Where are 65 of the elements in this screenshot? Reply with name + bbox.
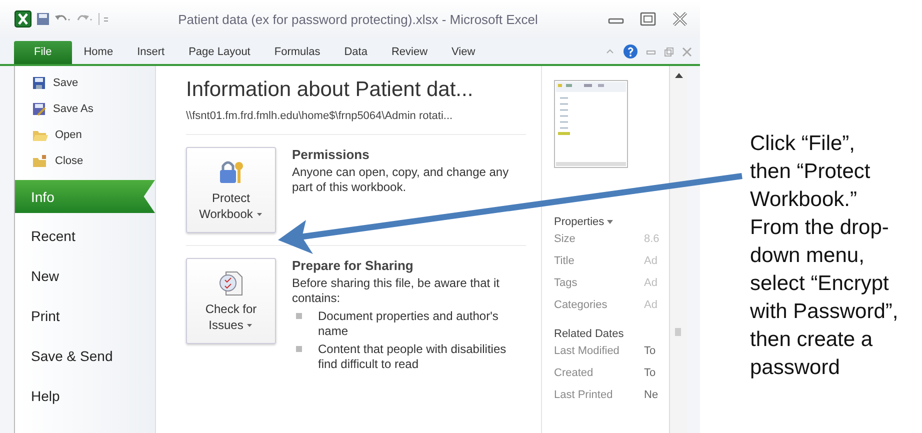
annotation-text: Click “File”, then “Protect Workbook.” From the drop- down menu, select “Encrypt with Password”, then create a password (750, 131, 898, 381)
property-value: Ad (644, 255, 658, 267)
nav-item[interactable]: Info (15, 180, 155, 213)
property-value: To (644, 345, 657, 357)
bullet-text: Content that people with disabilities find difficult to read (318, 342, 508, 372)
folder-icon (32, 154, 48, 168)
window-title: Patient data (ex for password protecting).xlsx - Microsoft Excel (177, 12, 539, 26)
file-path: \\fsnt01.fm.frd.fmlh.edu\home$\frnp5064\Admin rotati... (186, 110, 454, 122)
caret-icon (256, 212, 263, 218)
scroll-up-icon[interactable] (674, 72, 684, 78)
scroll-thumb[interactable] (675, 328, 681, 336)
property-label: Last Printed (554, 389, 614, 401)
bullet-text: Document properties and author's name (318, 309, 500, 339)
section-heading: Permissions (292, 147, 370, 162)
nav-item[interactable]: Save & Send (15, 336, 155, 376)
dropdown-button[interactable]: Check for Issues (186, 258, 276, 344)
section-text: Before sharing this file, be aware that it contains: (292, 276, 500, 306)
excel-logo-icon[interactable] (14, 10, 32, 28)
scrollbar[interactable] (669, 66, 687, 433)
properties-heading[interactable]: Properties (554, 216, 669, 228)
nav-item[interactable]: Help (15, 376, 155, 416)
property-label: Last Modified (554, 345, 620, 357)
property-label: Size (554, 233, 576, 245)
ribbon-tab[interactable]: File (14, 41, 72, 64)
nav-command[interactable]: Open (32, 126, 155, 144)
caret-icon (607, 220, 614, 224)
page-title: Information about Patient dat... (186, 78, 474, 102)
bullet-icon (296, 313, 302, 319)
dropdown-button[interactable]: Protect Workbook (186, 147, 276, 233)
property-value: Ne (644, 389, 658, 401)
property-label: Tags (554, 277, 578, 289)
property-value: 8.6 (644, 233, 660, 245)
nav-command[interactable]: Save (32, 74, 155, 92)
section-heading: Prepare for Sharing (292, 258, 414, 273)
property-value: To (644, 367, 657, 379)
ribbon-tab[interactable]: View (440, 41, 488, 64)
section-text: Anyone can open, copy, and change any part of this workbook. (292, 165, 510, 195)
nav-command[interactable]: Save As (32, 100, 155, 118)
property-value: Ad (644, 277, 658, 289)
ribbon-tab[interactable]: Data (332, 41, 380, 64)
property-value: Ad (644, 299, 658, 311)
caret-icon (246, 323, 254, 328)
ribbon-tab[interactable]: Review (379, 41, 440, 64)
close-icon[interactable] (682, 46, 692, 56)
document-check-icon (217, 269, 245, 297)
close-icon[interactable] (670, 11, 690, 27)
restore-icon[interactable] (638, 11, 658, 27)
ribbon-tab[interactable]: Insert (125, 41, 177, 64)
property-label: Created (554, 367, 594, 379)
nav-item[interactable]: Recent (15, 216, 155, 256)
ribbon-tab[interactable]: Page Layout (176, 41, 262, 64)
help-icon[interactable] (623, 44, 638, 59)
nav-command[interactable]: Close (32, 152, 155, 170)
section-heading: Related Dates (554, 328, 625, 340)
floppy-disk-pen-icon (32, 102, 46, 116)
ribbon-tab[interactable]: Formulas (262, 41, 332, 64)
property-label: Categories (554, 299, 608, 311)
bullet-icon (296, 346, 302, 352)
nav-item[interactable]: Print (15, 296, 155, 336)
folder-icon (32, 128, 48, 142)
property-label: Title (554, 255, 576, 267)
save-icon[interactable] (36, 12, 50, 26)
ribbon-tab[interactable]: Home (72, 41, 126, 64)
customize-toolbar-icon[interactable] (98, 12, 110, 26)
nav-item[interactable]: New (15, 256, 155, 296)
